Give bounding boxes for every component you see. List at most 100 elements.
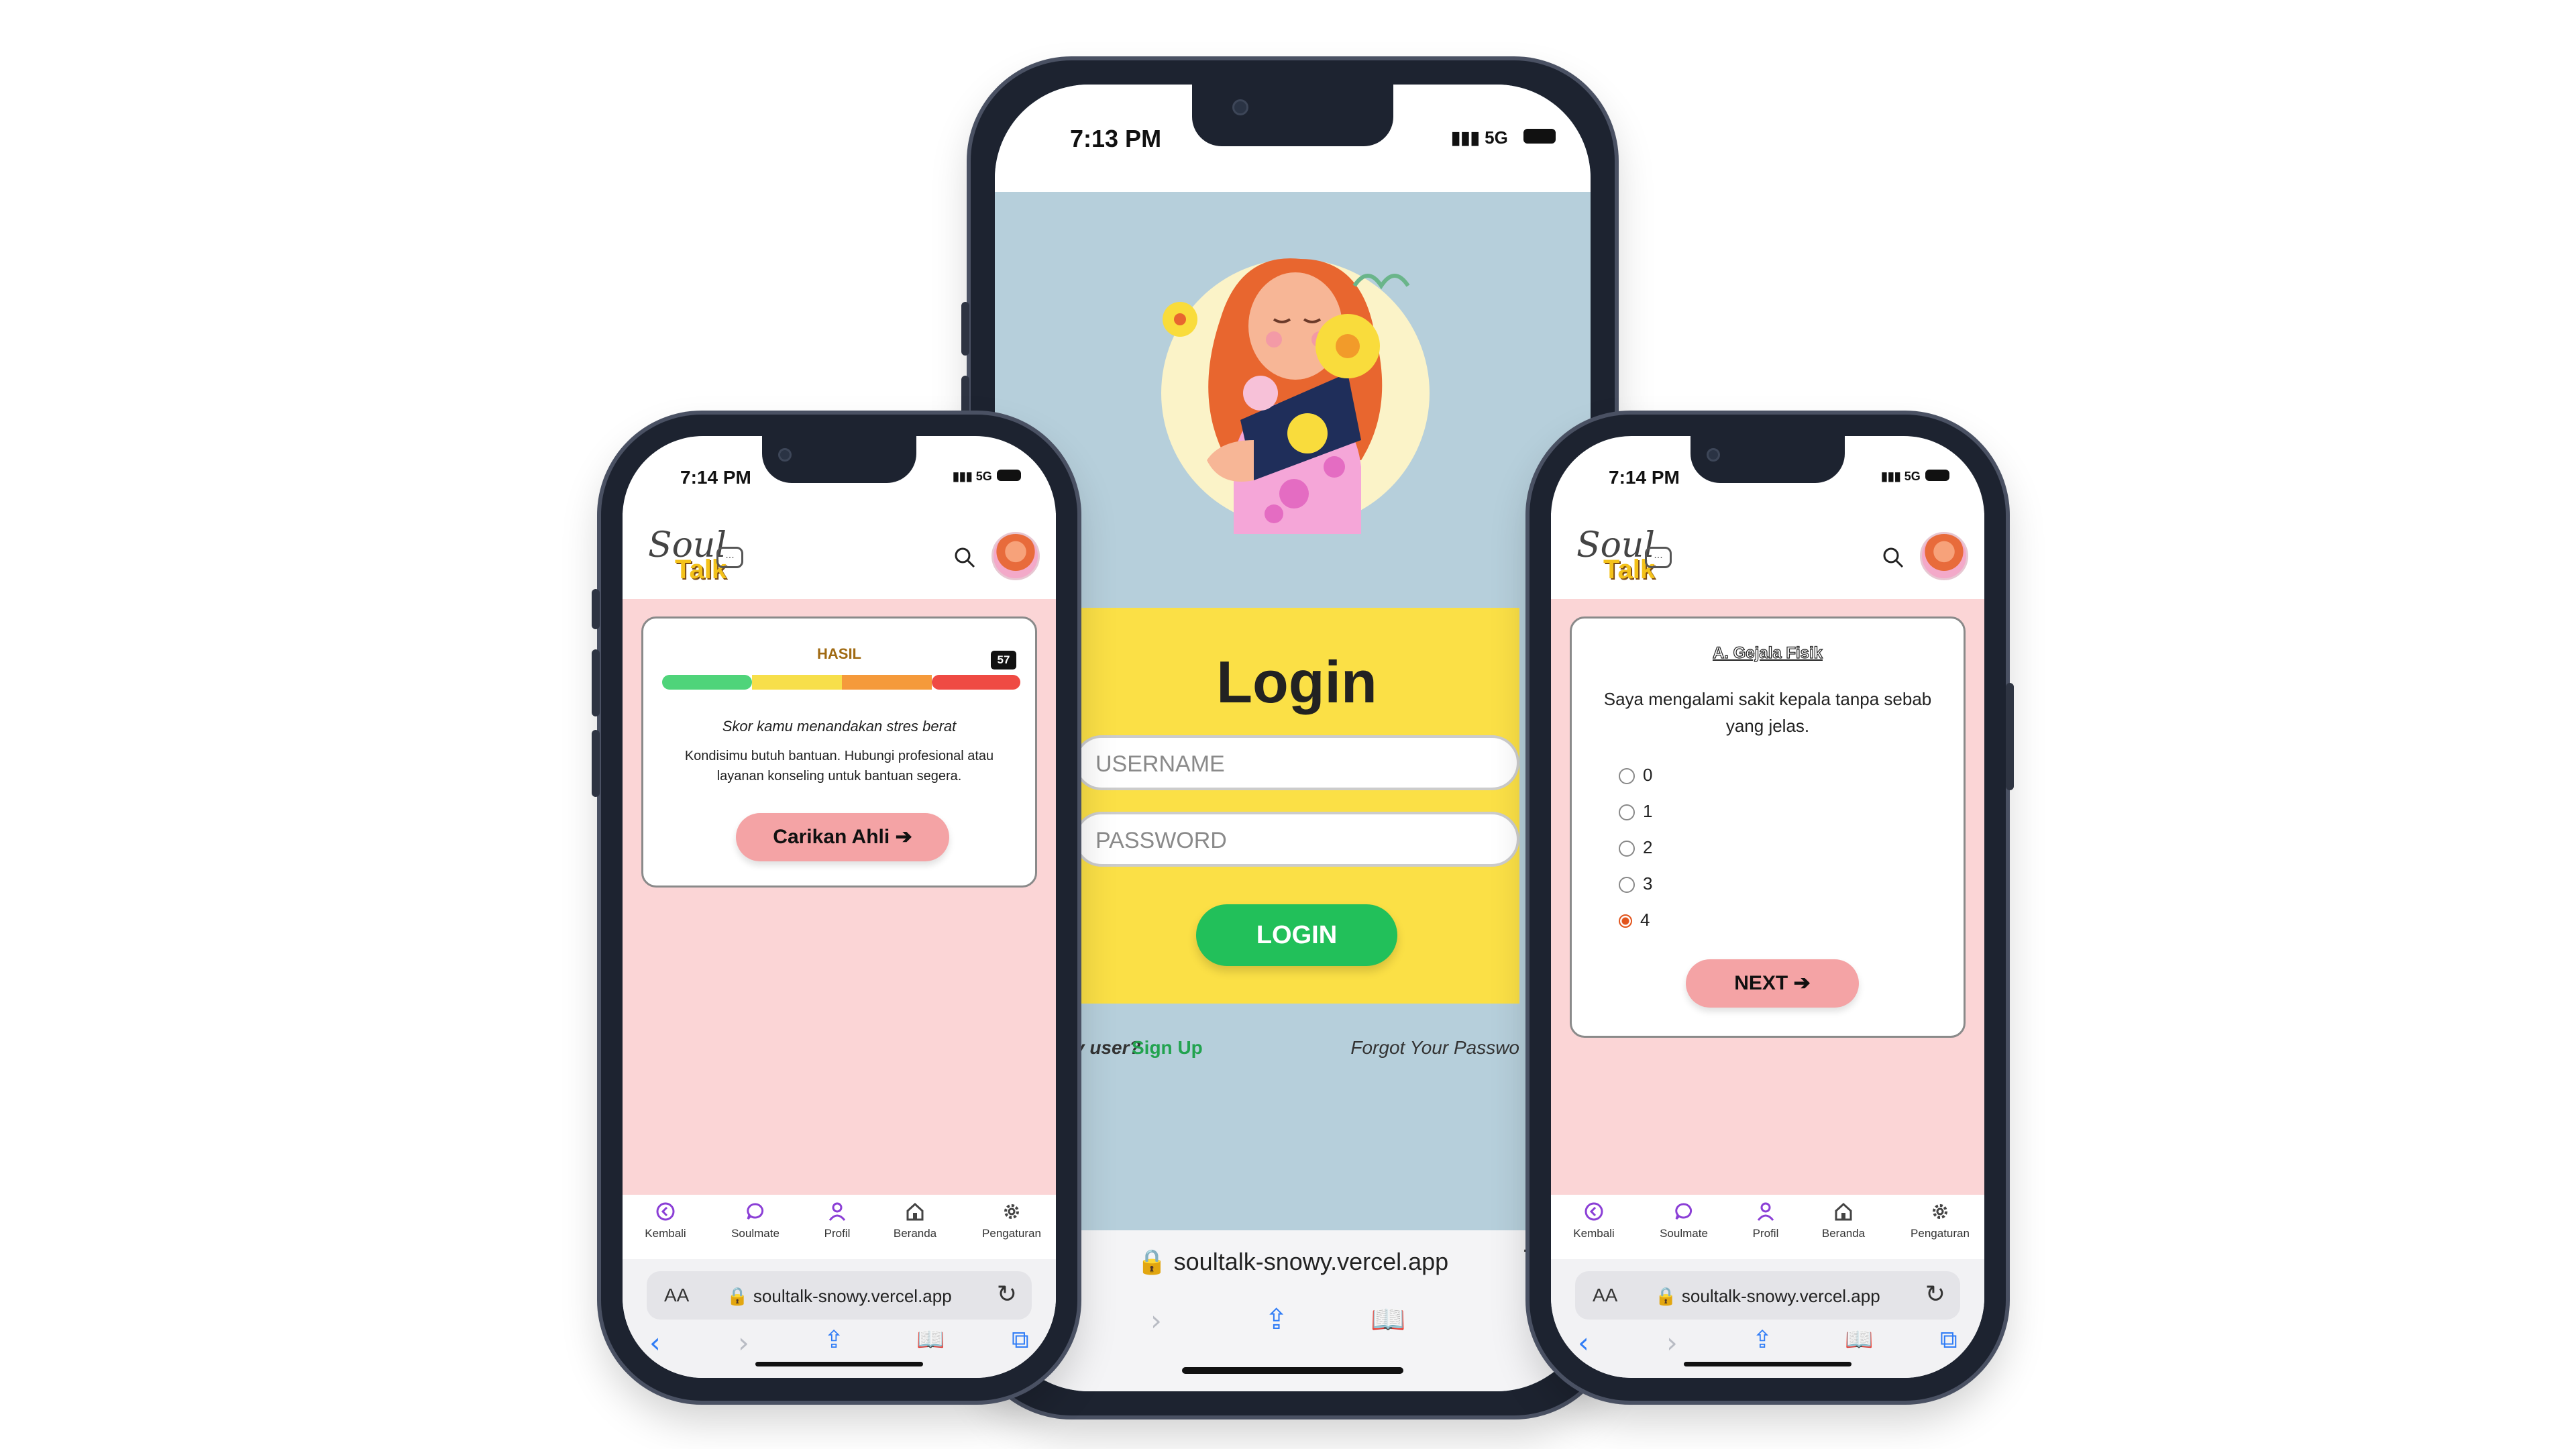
forward-arrow-icon[interactable]: › xyxy=(1150,1304,1162,1337)
person-icon xyxy=(1757,1202,1774,1221)
status-time: 7:13 PM xyxy=(1070,125,1162,152)
option-4[interactable]: 4 xyxy=(1619,910,1650,930)
app-header: Soul Talk ... xyxy=(1551,513,1984,599)
auth-links: v user? Sign Up Forgot Your Passwo xyxy=(1074,1037,1519,1071)
home-icon xyxy=(1835,1202,1852,1221)
content-area: A. Gejala Fisik Saya mengalami sakit kep… xyxy=(1551,599,1984,1195)
result-card: HASIL 57 Skor kamu menandakan stres bera… xyxy=(641,616,1037,888)
url-bar[interactable]: AA 🔒 soultalk-snowy.vercel.app ↻ xyxy=(647,1271,1032,1320)
question-text: Saya mengalami sakit kepala tanpa sebab … xyxy=(1603,689,1932,736)
home-indicator xyxy=(755,1362,923,1366)
stress-score-bar xyxy=(662,675,1020,690)
nav-item-beranda[interactable]: Beranda xyxy=(1803,1201,1884,1240)
nav-item-beranda[interactable]: Beranda xyxy=(875,1201,955,1240)
forward-arrow-icon[interactable]: › xyxy=(1666,1326,1678,1359)
url-text: 🔒 soultalk-snowy.vercel.app xyxy=(1655,1286,1880,1306)
radio-button[interactable] xyxy=(1619,841,1635,857)
signal-indicator: ▮▮▮ 5G xyxy=(953,470,992,483)
tabs-icon[interactable]: ⧉ xyxy=(1940,1326,1957,1354)
safari-toolbar: ‹ › ⇪ 📖 ⧉ xyxy=(623,1326,1056,1366)
reload-icon[interactable]: ↻ xyxy=(997,1281,1017,1308)
url-text: 🔒 soultalk-snowy.vercel.app xyxy=(727,1286,952,1306)
home-indicator xyxy=(1684,1362,1851,1366)
sign-up-link[interactable]: Sign Up xyxy=(1132,1037,1203,1059)
forward-arrow-icon[interactable]: › xyxy=(738,1326,749,1359)
notch xyxy=(1690,436,1845,483)
next-label: NEXT xyxy=(1734,972,1788,994)
person-icon xyxy=(828,1202,846,1221)
section-title: A. Gejala Fisik xyxy=(1712,643,1823,662)
left-phone-frame: 7:14 PM ▮▮▮ 5G Soul Talk ... HASIL 57 Sk… xyxy=(592,415,1077,1401)
safari-bar: AA 🔒 soultalk-snowy.vercel.app ↻ ‹ › ⇪ 📖… xyxy=(623,1259,1056,1378)
logo-chat-icon: ... xyxy=(716,547,743,568)
username-input[interactable]: USERNAME xyxy=(1074,735,1519,790)
find-expert-label: Carikan Ahli xyxy=(773,826,890,848)
radio-button-selected[interactable] xyxy=(1619,914,1632,928)
gear-icon xyxy=(1004,1204,1019,1219)
option-1[interactable]: 1 xyxy=(1619,801,1652,822)
option-3[interactable]: 3 xyxy=(1619,873,1652,894)
url-bar[interactable]: AA 🔒 soultalk-snowy.vercel.app ↻ xyxy=(1575,1271,1960,1320)
avatar[interactable] xyxy=(991,532,1040,580)
radio-button[interactable] xyxy=(1619,768,1635,785)
share-icon[interactable]: ⇪ xyxy=(1265,1303,1288,1336)
login-button[interactable]: LOGIN xyxy=(1196,904,1397,966)
signal-indicator: ▮▮▮ 5G xyxy=(1451,127,1508,148)
woman-with-flowers-illustration xyxy=(1161,258,1430,534)
safari-toolbar: ‹ › ⇪ 📖 ⧉ xyxy=(1551,1326,1984,1366)
nav-item-soulmate[interactable]: Soulmate xyxy=(1644,1201,1724,1240)
back-arrow-icon[interactable]: ‹ xyxy=(649,1326,661,1359)
right-phone-frame: 7:14 PM ▮▮▮ 5G Soul Talk ... A. Gejala F… xyxy=(1529,415,2014,1401)
option-2[interactable]: 2 xyxy=(1619,837,1652,858)
next-button[interactable]: NEXT ➔ xyxy=(1686,959,1859,1008)
result-label: HASIL xyxy=(817,645,861,662)
login-screen: 7:13 PM ▮▮▮ 5G Login USERNAME PASSWORD L xyxy=(995,85,1591,1391)
bookmarks-icon[interactable]: 📖 xyxy=(1371,1303,1405,1336)
url-field[interactable]: 🔒 soultalk-snowy.vercel.app xyxy=(995,1248,1591,1276)
radio-button[interactable] xyxy=(1619,804,1635,821)
content-area: HASIL 57 Skor kamu menandakan stres bera… xyxy=(623,599,1056,1195)
nav-item-kembali[interactable]: Kembali xyxy=(1554,1201,1634,1240)
gear-icon xyxy=(1933,1204,1947,1219)
search-icon[interactable] xyxy=(954,547,975,568)
chat-bubble-icon xyxy=(747,1203,764,1220)
nav-item-profil[interactable]: Profil xyxy=(797,1201,877,1240)
forgot-password-link[interactable]: Forgot Your Passwo xyxy=(1350,1037,1519,1059)
nav-item-kembali[interactable]: Kembali xyxy=(625,1201,706,1240)
reload-icon[interactable]: ↻ xyxy=(1925,1281,1945,1308)
safari-bar: AA 🔒 soultalk-snowy.vercel.app ↻ ‹ › ⇪ 📖… xyxy=(1551,1259,1984,1378)
status-time: 7:14 PM xyxy=(1609,467,1680,488)
back-circle-icon xyxy=(1585,1202,1603,1221)
bookmarks-icon[interactable]: 📖 xyxy=(916,1326,945,1353)
battery-icon xyxy=(1925,470,1949,481)
search-icon[interactable] xyxy=(1882,547,1904,568)
tabs-icon[interactable]: ⧉ xyxy=(1012,1326,1029,1354)
avatar[interactable] xyxy=(1920,532,1968,580)
nav-item-profil[interactable]: Profil xyxy=(1725,1201,1806,1240)
home-indicator xyxy=(1182,1367,1403,1374)
arrow-right-icon: ➔ xyxy=(895,826,912,848)
find-expert-button[interactable]: Carikan Ahli ➔ xyxy=(736,813,949,861)
quiz-card: A. Gejala Fisik Saya mengalami sakit kep… xyxy=(1570,616,1966,1038)
back-arrow-icon[interactable]: ‹ xyxy=(1578,1326,1589,1359)
option-0[interactable]: 0 xyxy=(1619,765,1652,786)
back-circle-icon xyxy=(656,1202,675,1221)
chat-bubble-icon xyxy=(1675,1203,1693,1220)
share-icon[interactable]: ⇪ xyxy=(824,1326,844,1354)
nav-item-pengaturan[interactable]: Pengaturan xyxy=(1900,1201,1980,1240)
radio-button[interactable] xyxy=(1619,877,1635,894)
signal-indicator: ▮▮▮ 5G xyxy=(1881,470,1921,483)
login-panel: Login USERNAME PASSWORD LOGIN xyxy=(1074,608,1519,1004)
login-title: Login xyxy=(1216,649,1377,715)
notch xyxy=(762,436,916,483)
bookmarks-icon[interactable]: 📖 xyxy=(1845,1326,1873,1353)
nav-item-pengaturan[interactable]: Pengaturan xyxy=(971,1201,1052,1240)
arrow-right-icon: ➔ xyxy=(1793,972,1811,994)
nav-item-soulmate[interactable]: Soulmate xyxy=(715,1201,796,1240)
battery-icon xyxy=(997,470,1021,481)
logo-chat-icon: ... xyxy=(1645,547,1672,568)
app-header: Soul Talk ... xyxy=(623,513,1056,599)
new-user-text: v user? xyxy=(1074,1037,1141,1058)
share-icon[interactable]: ⇪ xyxy=(1752,1326,1772,1354)
password-input[interactable]: PASSWORD xyxy=(1074,812,1519,867)
